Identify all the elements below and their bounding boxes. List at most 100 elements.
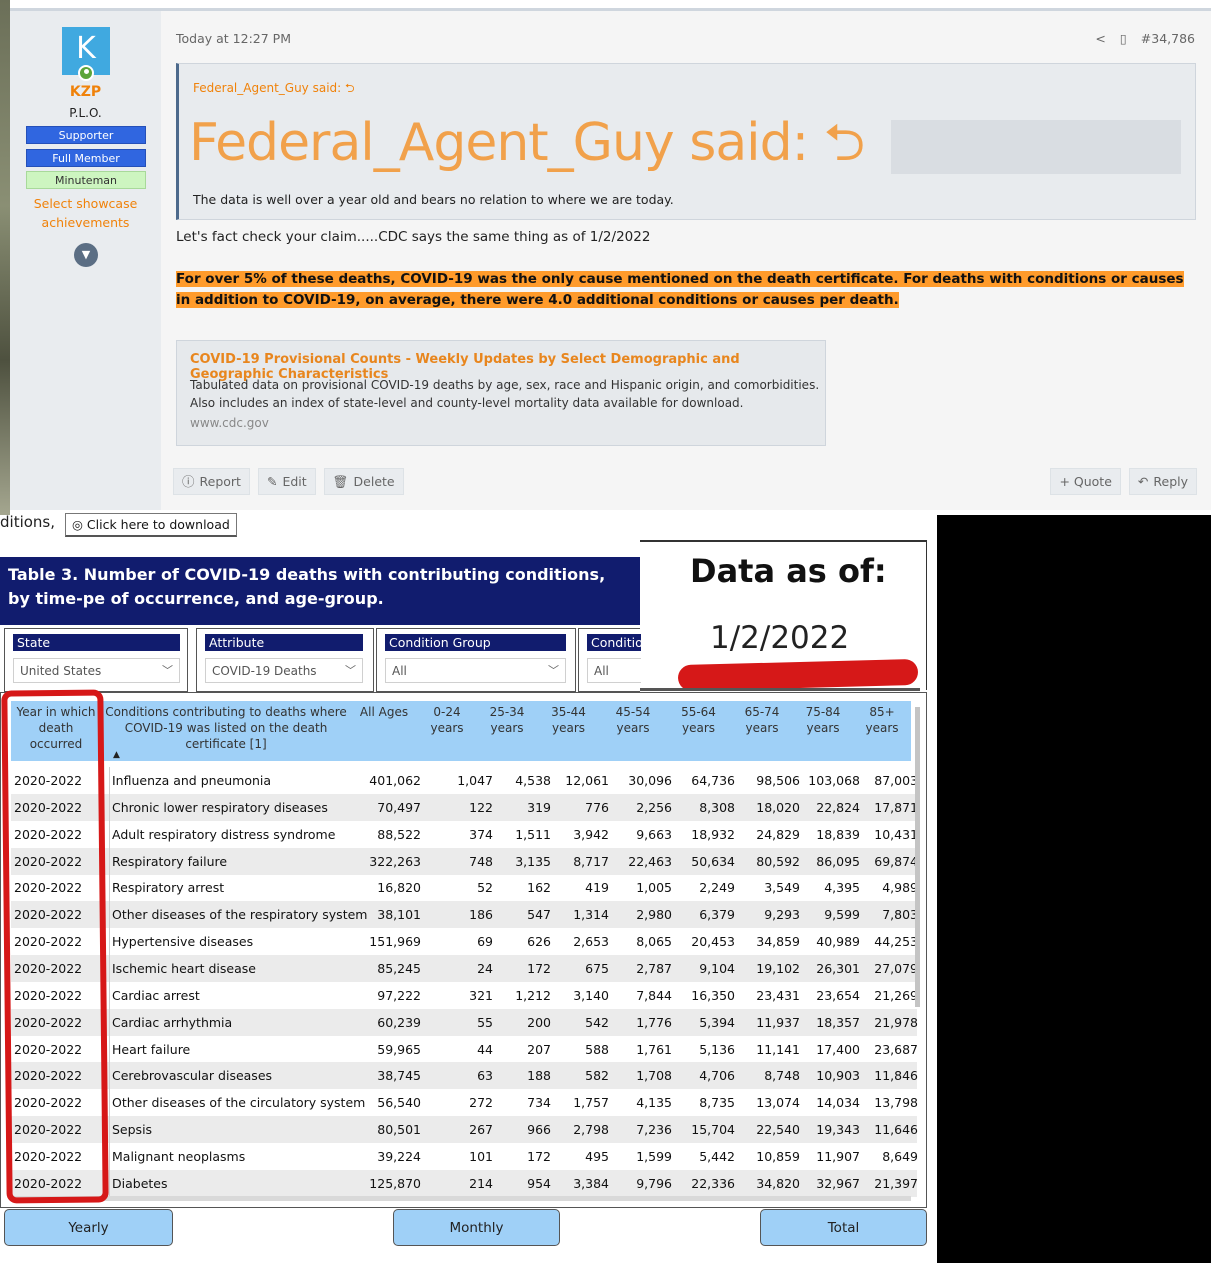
table-cell: Cardiac arrest [112,987,200,1003]
column-header[interactable]: 85+ years [853,701,911,761]
reply-button[interactable]: ↶ Reply [1128,468,1197,495]
table-cell: 966 [527,1122,551,1138]
delete-button[interactable]: 🗑 Delete [323,468,404,495]
condition-dropdown[interactable]: All [587,658,641,683]
table-row[interactable]: 2020-2022 Other diseases of the respirato… [11,901,918,929]
column-header[interactable]: 65-74 years [731,701,793,761]
table-cell: Adult respiratory distress syndrome [112,826,336,842]
table-cell: 69 [477,934,493,950]
table-cell: 103,068 [808,773,860,788]
horizontal-scrollbar[interactable] [11,1196,911,1201]
table-cell: Other diseases of the circulatory system [112,1095,366,1111]
quote-label: + Quote [1059,474,1112,489]
table-cell: 272 [469,1095,493,1111]
username[interactable]: KZP [10,84,161,100]
table-row[interactable]: 2020-2022 Cardiac arrhythmia 60,239 55 200 54… [11,1008,918,1036]
showcase-link[interactable]: Select showcase achievements [10,194,161,232]
table-cell: 87,003 [874,773,918,788]
column-header[interactable]: 0-24 years [417,701,477,761]
column-divider [109,928,110,956]
table-row[interactable]: 2020-2022 Respiratory failure 322,263 748 3,… [11,847,918,875]
table-cell: 34,859 [756,934,800,950]
post-actions-right: + Quote ↶ Reply [1050,468,1197,495]
table-cell: 1,708 [636,1068,672,1084]
table-cell: 13,798 [874,1095,918,1111]
tab-total[interactable]: Total [760,1209,927,1246]
column-divider [109,901,110,929]
chevron-down-icon: ﹀ [345,664,356,677]
table-cell: 64,736 [691,773,735,788]
column-header[interactable]: 75-84 years [793,701,853,761]
download-button[interactable]: ◎ Click here to download [65,513,237,537]
table-cell: 60,239 [377,1014,421,1030]
column-header[interactable]: Conditions contributing to deaths where … [101,701,351,761]
table-cell: 59,965 [377,1041,421,1057]
table-row[interactable]: 2020-2022 Other diseases of the circulato… [11,1089,918,1117]
table-row[interactable]: 2020-2022 Sepsis 80,501 267 966 2,798 7,236 15,… [11,1116,918,1144]
column-divider [109,1035,110,1063]
table-cell: 44 [477,1041,493,1057]
bookmark-icon[interactable]: ▯ [1120,31,1127,46]
table-cell: 1,005 [636,880,672,896]
column-divider [109,981,110,1009]
table-row[interactable]: 2020-2022 Cardiac arrest 97,222 321 1,212 3,1… [11,981,918,1009]
scrollbar-thumb[interactable] [915,707,920,1007]
table-cell: 40,989 [816,934,860,950]
table-row[interactable]: 2020-2022 Cerebrovascular diseases 38,745 6… [11,1062,918,1090]
red-underline-annotation [677,658,919,692]
trash-icon: 🗑 [332,474,349,489]
filter-state: State United States ﹀ [4,628,188,692]
table-cell: 9,796 [636,1175,672,1191]
table-cell: 16,820 [377,880,421,896]
state-dropdown[interactable]: United States ﹀ [13,658,180,683]
table-row[interactable]: 2020-2022 Respiratory arrest 16,820 52 162 41… [11,874,918,902]
table-row[interactable]: 2020-2022 Influenza and pneumonia 401,062 1… [11,767,918,794]
post-number[interactable]: #34,786 [1141,31,1195,46]
tab-monthly[interactable]: Monthly [393,1209,560,1246]
share-icon[interactable]: < [1095,31,1105,46]
caption-fragment: ditions, [0,513,56,531]
column-header[interactable]: 25-34 years [477,701,537,761]
column-header[interactable]: All Ages [351,701,417,761]
expand-chevron-icon[interactable]: ▼ [74,243,98,267]
tab-yearly[interactable]: Yearly [4,1209,173,1246]
attribute-dropdown[interactable]: COVID-19 Deaths ﹀ [205,658,363,683]
table-cell: 1,511 [515,826,551,842]
table-cell: 19,343 [816,1122,860,1138]
table-row[interactable]: 2020-2022 Hypertensive diseases 151,969 69 6… [11,928,918,956]
edit-button[interactable]: ✎ Edit [257,468,316,495]
table-row[interactable]: 2020-2022 Malignant neoplasms 39,224 101 172… [11,1142,918,1170]
condition-group-dropdown[interactable]: All ﹀ [385,658,566,683]
post-timestamp[interactable]: Today at 12:27 PM [176,31,291,46]
table-cell: 11,937 [756,1014,800,1030]
column-header[interactable]: 35-44 years [537,701,600,761]
filter-label: Attribute [205,634,363,651]
table-cell: 162 [527,880,551,896]
quote-author-link[interactable]: Federal_Agent_Guy said: ⮌ [193,79,355,100]
table-cell: 267 [469,1122,493,1138]
table-row[interactable]: 2020-2022 Heart failure 59,965 44 207 588 1,76… [11,1035,918,1063]
table-cell: 52 [477,880,493,896]
column-header[interactable]: 55-64 years [666,701,731,761]
table-row[interactable]: 2020-2022 Ischemic heart disease 85,245 24 1… [11,954,918,982]
table-row[interactable]: 2020-2022 Diabetes 125,870 214 954 3,384 9,796… [11,1169,918,1197]
sort-ascending-icon[interactable]: ▲ [113,750,120,760]
red-box-annotation [1,689,109,1204]
table-cell: 30,096 [628,773,672,788]
table-cell: Influenza and pneumonia [112,773,272,788]
table-cell: Cardiac arrhythmia [112,1014,233,1030]
vertical-scrollbar[interactable] [914,707,921,1202]
table-cell: 319 [527,799,551,815]
table-cell: 125,870 [369,1175,421,1191]
table-cell: 3,384 [573,1175,609,1191]
table-cell: 626 [527,934,551,950]
column-header[interactable]: 45-54 years [600,701,666,761]
forum-post: K KZP P.L.O. Supporter Full Member Minut… [10,8,1211,510]
report-button[interactable]: ⓘ Report [173,468,250,495]
table-cell: 5,442 [699,1148,735,1164]
quote-button[interactable]: + Quote [1050,468,1121,495]
link-preview[interactable]: COVID-19 Provisional Counts - Weekly Upd… [176,340,826,446]
table-row[interactable]: 2020-2022 Adult respiratory distress synd… [11,820,918,848]
table-row[interactable]: 2020-2022 Chronic lower respiratory disea… [11,793,918,821]
table-cell: 122 [469,799,493,815]
